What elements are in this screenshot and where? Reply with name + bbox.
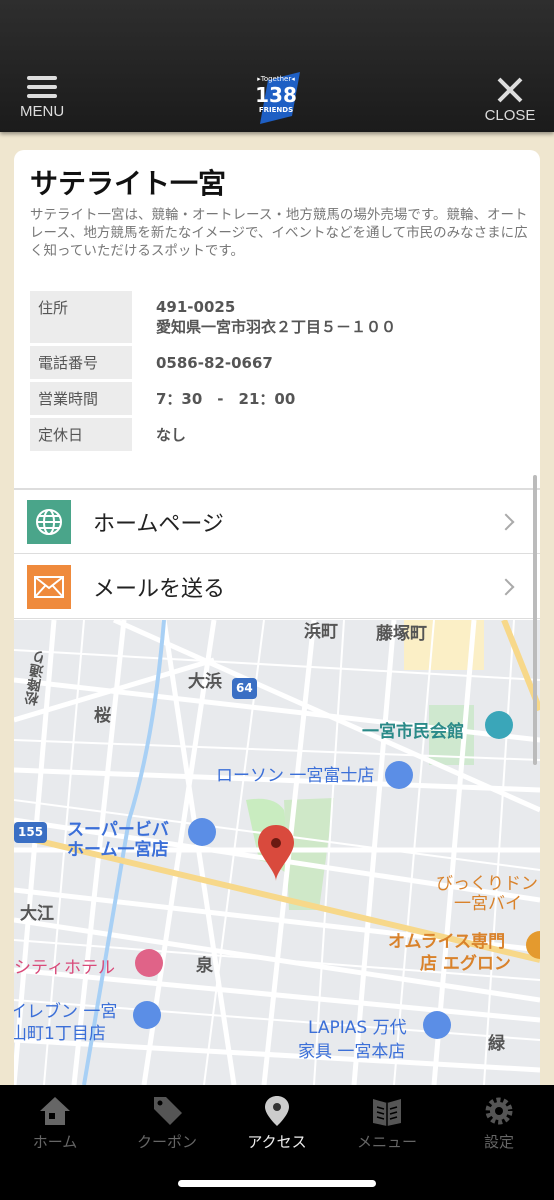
map-poi-label[interactable]: ローソン 一宮富士店 (216, 766, 374, 787)
svg-text:138: 138 (255, 83, 297, 107)
info-row-holiday: 定休日 なし (30, 418, 524, 451)
postal-code: 491-0025 (156, 298, 236, 316)
info-row-hours: 営業時間 7：30 - 21：00 (30, 382, 524, 415)
info-value: 7：30 - 21：00 (156, 389, 296, 408)
globe-icon (27, 499, 71, 544)
svg-text:FRIENDS: FRIENDS (259, 106, 293, 114)
home-icon (40, 1097, 70, 1125)
info-value: なし (156, 425, 187, 444)
svg-text:▸Together◂: ▸Together◂ (257, 75, 295, 83)
map-label: 大浜 (188, 672, 222, 692)
link-label: メールを送る (93, 576, 226, 602)
map-poi-label[interactable]: イレブン 一宮 (14, 1002, 117, 1023)
mail-icon (27, 564, 71, 609)
tab-label: アクセス (247, 1133, 307, 1151)
tab-settings[interactable]: 設定 (449, 1095, 549, 1152)
app-logo: ▸Together◂ 138 FRIENDS (255, 72, 300, 124)
tag-icon (154, 1097, 182, 1125)
info-row-address: 住所 491-0025 愛知県一宮市羽衣２丁目５－１００ (30, 291, 524, 343)
map-label: 藤塚町 (376, 624, 427, 644)
gear-icon (485, 1097, 513, 1125)
map-label: 泉 (196, 956, 213, 976)
address: 愛知県一宮市羽衣２丁目５－１００ (156, 318, 397, 336)
info-value: 491-0025 愛知県一宮市羽衣２丁目５－１００ (132, 291, 524, 343)
map-poi-label[interactable]: びっくりドン (436, 874, 538, 895)
chevron-right-icon (497, 513, 515, 530)
chevron-right-icon (497, 578, 515, 595)
send-mail-link[interactable]: メールを送る (14, 555, 540, 619)
tab-access[interactable]: アクセス (227, 1095, 327, 1152)
spot-description: サテライト一宮は、競輪・オートレース・地方競馬の場外売場です。競輪、オートレース… (30, 207, 528, 259)
close-icon (497, 77, 523, 103)
book-icon (373, 1099, 401, 1126)
map-label: 桜 (94, 706, 111, 726)
map-pin-icon (265, 1096, 289, 1126)
info-label: 電話番号 (30, 346, 132, 379)
map-poi-label[interactable]: 家具 一宮本店 (298, 1042, 405, 1063)
map-label: 浜町 (304, 622, 338, 642)
close-button[interactable]: CLOSE (484, 76, 536, 124)
close-label: CLOSE (484, 107, 536, 124)
spot-card: サテライト一宮 サテライト一宮は、競輪・オートレース・地方競馬の場外売場です。競… (14, 150, 540, 1085)
map-label: 緑 (488, 1034, 505, 1054)
tab-label: メニュー (356, 1133, 417, 1151)
map-poi-label[interactable]: オムライス専門 (388, 932, 505, 953)
map-poi-label[interactable]: 山町1丁目店 (14, 1024, 106, 1045)
tab-label: ホーム (32, 1133, 78, 1151)
tab-label: 設定 (483, 1133, 514, 1151)
info-label: 営業時間 (30, 382, 132, 415)
map-poi-label[interactable]: 店 エグロン (420, 954, 511, 975)
scrollbar[interactable] (533, 475, 537, 765)
route-shield: 155 (14, 822, 48, 843)
info-row-phone: 電話番号 0586-82-0667 (30, 346, 524, 379)
map-poi-label[interactable]: スーパービバ (67, 820, 169, 841)
menu-label: MENU (20, 103, 65, 120)
map-poi-label[interactable]: ホーム一宮店 (67, 840, 169, 861)
map-view[interactable]: 浜町 藤塚町 大浜 64 松降通り 桜 一宮市民会館 ローソン 一宮富士店 15… (14, 620, 540, 1085)
info-label: 住所 (30, 291, 132, 343)
map-poi-label[interactable]: 一宮市民会館 (362, 722, 464, 743)
hamburger-icon (20, 76, 64, 98)
map-poi-label[interactable]: LAPIAS 万代 (308, 1018, 407, 1039)
app-header: MENU ▸Together◂ 138 FRIENDS CLOSE (0, 0, 554, 132)
info-label: 定休日 (30, 418, 132, 451)
home-indicator (178, 1180, 376, 1187)
phone-number[interactable]: 0586-82-0667 (132, 346, 524, 379)
menu-button[interactable]: MENU (20, 76, 64, 120)
homepage-link[interactable]: ホームページ (14, 490, 540, 554)
link-label: ホームページ (93, 511, 224, 537)
info-table: 住所 491-0025 愛知県一宮市羽衣２丁目５－１００ 電話番号 0586-82-0… (30, 288, 524, 454)
tab-label: クーポン (136, 1133, 197, 1151)
map-poi-label[interactable]: シティホテル (14, 958, 115, 979)
route-shield: 64 (232, 678, 257, 699)
map-poi-label[interactable]: 一宮バイ (454, 894, 522, 915)
map-label: 大江 (20, 904, 54, 924)
tab-coupon[interactable]: クーポン (117, 1095, 217, 1152)
tab-menu[interactable]: メニュー (337, 1095, 437, 1152)
tab-home[interactable]: ホーム (5, 1095, 105, 1152)
spot-title: サテライト一宮 (30, 167, 227, 200)
